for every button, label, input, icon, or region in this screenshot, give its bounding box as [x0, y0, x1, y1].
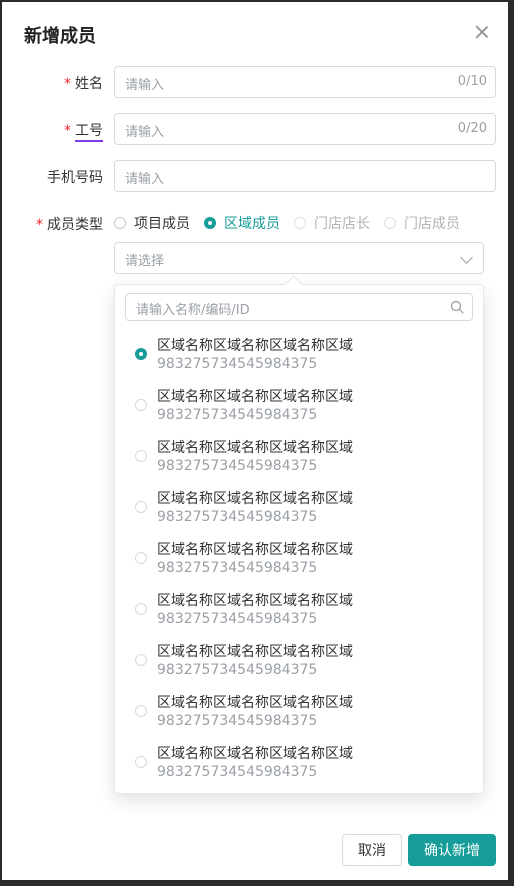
add-member-dialog: 新增成员 * 姓名 请输入 0/10 * 工号 请输入 0/20 手机号码 请输入 … — [0, 0, 510, 882]
region-select-placeholder: 请选择 — [125, 254, 165, 269]
region-option[interactable]: 区域名称区域名称区域名称区域 983275734545984375 — [115, 535, 483, 586]
employee-id-placeholder: 请输入 — [125, 125, 165, 140]
required-mark: * — [64, 76, 71, 92]
employee-id-counter: 0/20 — [457, 121, 487, 136]
chevron-down-icon — [460, 251, 473, 264]
radio-circle-icon — [135, 705, 147, 717]
radio-label: 项目成员 — [134, 216, 190, 232]
region-name: 区域名称区域名称区域名称区域 — [157, 491, 353, 507]
employee-id-row: * 工号 请输入 0/20 — [2, 113, 512, 145]
phone-row: 手机号码 请输入 — [2, 160, 512, 192]
confirm-add-button[interactable]: 确认新增 — [408, 834, 496, 866]
member-type-label-text: 成员类型 — [47, 217, 103, 233]
member-type-row: * 成员类型 项目成员 区域成员 门店店长 门店成员 — [2, 207, 512, 239]
region-id: 983275734545984375 — [157, 662, 318, 678]
radio-circle-icon — [135, 450, 147, 462]
radio-label: 区域成员 — [224, 216, 280, 232]
region-option[interactable]: 区域名称区域名称区域名称区域 983275734545984375 — [115, 484, 483, 535]
employee-id-input[interactable]: 请输入 0/20 — [114, 113, 496, 145]
region-id: 983275734545984375 — [157, 560, 318, 576]
dialog-title: 新增成员 — [24, 26, 96, 47]
region-name: 区域名称区域名称区域名称区域 — [157, 695, 353, 711]
region-id: 983275734545984375 — [157, 407, 318, 423]
name-input[interactable]: 请输入 0/10 — [114, 66, 496, 98]
radio-circle-icon — [135, 552, 147, 564]
region-name: 区域名称区域名称区域名称区域 — [157, 593, 353, 609]
search-icon — [450, 300, 464, 314]
region-option[interactable]: 区域名称区域名称区域名称区域 983275734545984375 — [115, 331, 483, 382]
name-label-text: 姓名 — [75, 76, 103, 92]
employee-id-label-text: 工号 — [75, 123, 103, 142]
region-name: 区域名称区域名称区域名称区域 — [157, 440, 353, 456]
phone-label: 手机号码 — [47, 170, 103, 186]
region-option[interactable]: 区域名称区域名称区域名称区域 983275734545984375 — [115, 586, 483, 637]
region-name: 区域名称区域名称区域名称区域 — [157, 644, 353, 660]
radio-region-member[interactable]: 区域成员 — [204, 213, 280, 233]
employee-id-label: * 工号 — [64, 120, 103, 142]
radio-circle-icon — [135, 654, 147, 666]
region-name: 区域名称区域名称区域名称区域 — [157, 338, 353, 354]
region-id: 983275734545984375 — [157, 764, 318, 780]
radio-circle-icon — [294, 217, 306, 229]
region-id: 983275734545984375 — [157, 509, 318, 525]
radio-circle-icon — [135, 501, 147, 513]
region-id: 983275734545984375 — [157, 611, 318, 627]
radio-checked-icon — [135, 348, 147, 360]
dropdown-search-placeholder: 请输入名称/编码/ID — [136, 303, 250, 318]
region-id: 983275734545984375 — [157, 713, 318, 729]
radio-store-member: 门店成员 — [384, 213, 460, 233]
cancel-button[interactable]: 取消 — [342, 834, 402, 866]
radio-circle-icon — [135, 399, 147, 411]
region-id: 983275734545984375 — [157, 356, 318, 372]
name-row: * 姓名 请输入 0/10 — [2, 66, 512, 98]
dropdown-caret — [284, 275, 303, 294]
name-placeholder: 请输入 — [125, 78, 165, 93]
member-type-label: * 成员类型 — [36, 214, 103, 234]
radio-circle-icon — [135, 756, 147, 768]
member-type-radio-group: 项目成员 区域成员 门店店长 门店成员 — [114, 207, 460, 239]
region-option[interactable]: 区域名称区域名称区域名称区域 983275734545984375 — [115, 433, 483, 484]
radio-checked-icon — [204, 217, 216, 229]
radio-circle-icon — [114, 217, 126, 229]
region-name: 区域名称区域名称区域名称区域 — [157, 389, 353, 405]
region-option[interactable]: 区域名称区域名称区域名称区域 983275734545984375 — [115, 382, 483, 433]
radio-store-manager: 门店店长 — [294, 213, 370, 233]
region-list: 区域名称区域名称区域名称区域 983275734545984375 区域名称区域… — [115, 331, 483, 790]
required-mark: * — [64, 123, 71, 139]
phone-placeholder: 请输入 — [125, 172, 165, 187]
name-label: * 姓名 — [64, 73, 103, 93]
close-icon[interactable] — [474, 24, 490, 40]
radio-circle-icon — [135, 603, 147, 615]
region-dropdown: 请输入名称/编码/ID 区域名称区域名称区域名称区域 9832757345459… — [114, 275, 484, 794]
region-name: 区域名称区域名称区域名称区域 — [157, 746, 353, 762]
region-option[interactable]: 区域名称区域名称区域名称区域 983275734545984375 — [115, 739, 483, 790]
region-option[interactable]: 区域名称区域名称区域名称区域 983275734545984375 — [115, 688, 483, 739]
radio-label: 门店店长 — [314, 216, 370, 232]
radio-circle-icon — [384, 217, 396, 229]
region-select[interactable]: 请选择 — [114, 242, 484, 274]
radio-label: 门店成员 — [404, 216, 460, 232]
region-name: 区域名称区域名称区域名称区域 — [157, 542, 353, 558]
region-id: 983275734545984375 — [157, 458, 318, 474]
region-option[interactable]: 区域名称区域名称区域名称区域 983275734545984375 — [115, 637, 483, 688]
required-mark: * — [36, 217, 43, 233]
name-counter: 0/10 — [457, 74, 487, 89]
dropdown-search-input[interactable]: 请输入名称/编码/ID — [125, 293, 473, 321]
radio-project-member[interactable]: 项目成员 — [114, 213, 190, 233]
phone-input[interactable]: 请输入 — [114, 160, 496, 192]
